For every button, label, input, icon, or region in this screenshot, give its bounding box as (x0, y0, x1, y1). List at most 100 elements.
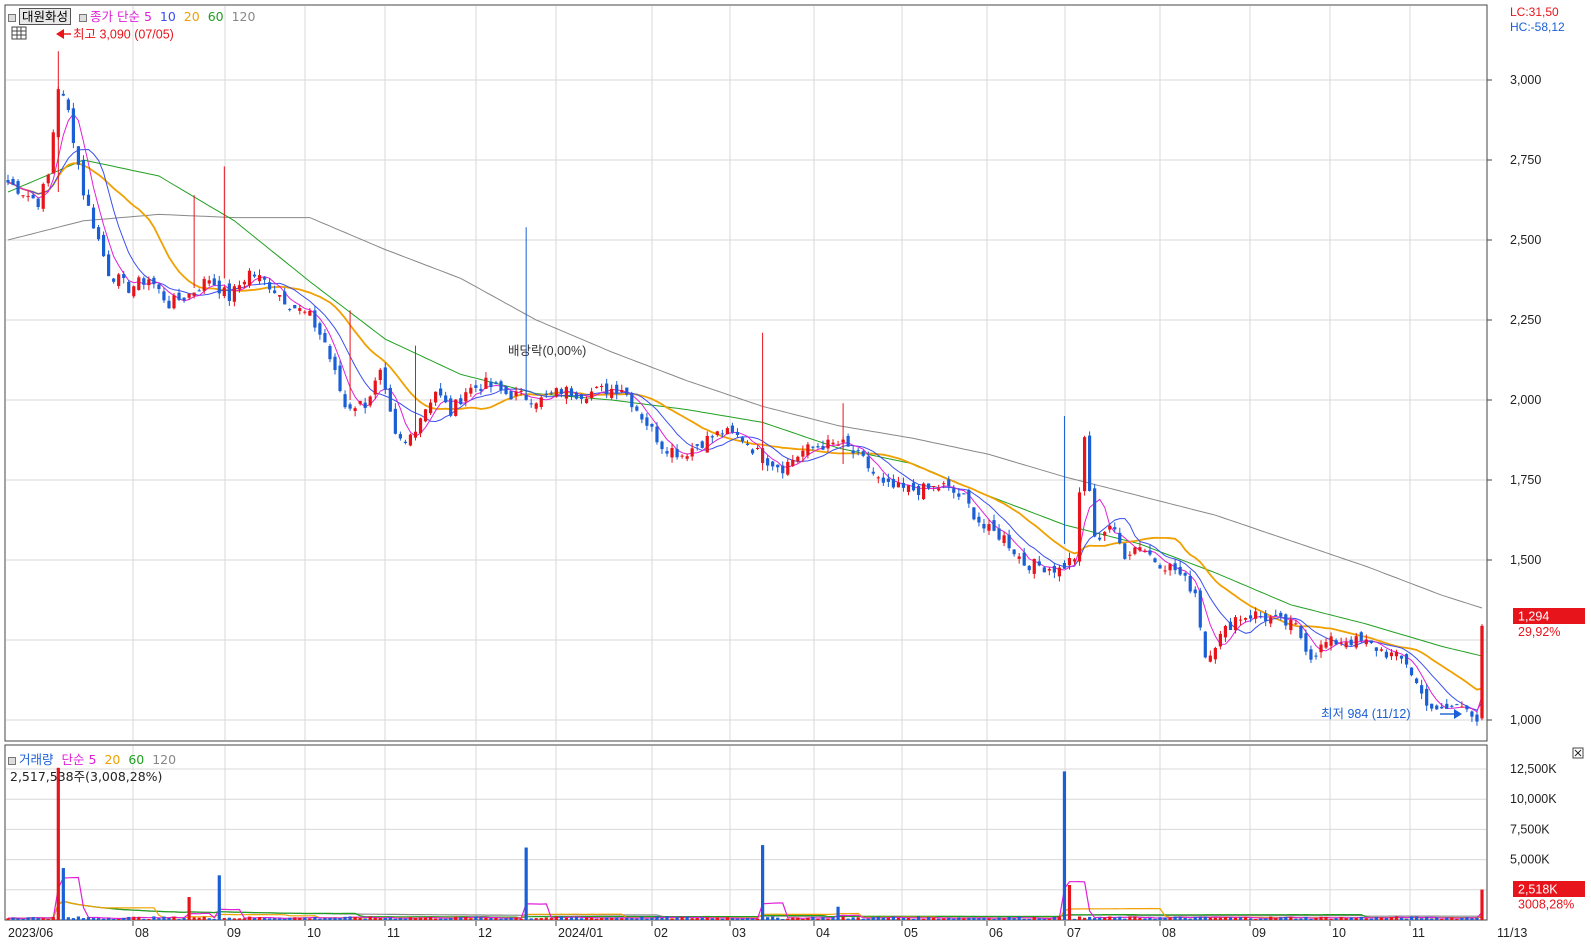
candle-body (574, 392, 579, 399)
volume-bar (514, 917, 518, 920)
volume-bar (1098, 917, 1102, 920)
candle-body (117, 274, 121, 287)
candle-body (650, 423, 654, 427)
volume-tick-label: 12,500K (1510, 762, 1557, 776)
legend-toggle-icon[interactable] (8, 13, 16, 22)
volume-bar (1480, 889, 1484, 920)
table-icon[interactable] (11, 26, 27, 40)
volume-bar (735, 918, 740, 920)
candle-body (313, 310, 317, 328)
volume-bar (192, 917, 196, 920)
candle-body (1203, 631, 1207, 658)
candle-body (806, 444, 810, 456)
low-marker-label: 최저 984 (11/12) (1321, 707, 1410, 721)
volume-bar (997, 917, 1001, 920)
volume-bar (308, 918, 312, 920)
volume-bar (227, 917, 231, 920)
volume-bar (262, 917, 267, 920)
candle-body (182, 297, 186, 301)
candle-body (1389, 652, 1394, 657)
volume-bar (177, 919, 181, 921)
volume-bar (393, 918, 397, 920)
volume-bar (786, 918, 790, 920)
volume-bar (423, 917, 428, 920)
volume-bar (1425, 916, 1429, 920)
volume-bar (313, 916, 317, 920)
candle-body (353, 408, 357, 412)
volume-bar (1047, 918, 1051, 920)
volume-bar (806, 917, 810, 920)
volume-bar (645, 918, 649, 920)
candle-body (31, 194, 35, 199)
candle-body (1319, 644, 1323, 653)
date-tick-label: 06 (989, 926, 1003, 940)
candle-body (685, 456, 689, 459)
candle-body (1052, 565, 1056, 573)
low-marker: 최저 984 (11/12) (1321, 707, 1462, 721)
date-tick-label: 08 (135, 926, 149, 940)
volume-bar (620, 918, 624, 920)
volume-bar (107, 917, 111, 920)
candle-body (1309, 649, 1313, 660)
date-tick-label: 2023/06 (8, 926, 53, 940)
date-tick-label: 08 (1162, 926, 1176, 940)
close-icon[interactable] (1572, 747, 1584, 759)
volume-bar (1284, 916, 1288, 920)
candle-body (469, 387, 473, 394)
candle-body (1148, 550, 1152, 555)
candle-body (237, 285, 242, 290)
volume-bar (41, 918, 45, 920)
volume-bar (1138, 917, 1142, 920)
candle-body (1470, 711, 1474, 717)
ma-toggle-icon[interactable] (79, 13, 87, 22)
candle-body (1153, 558, 1157, 563)
candle-body (655, 426, 659, 443)
candle-body (514, 391, 518, 396)
volume-bar (1470, 918, 1474, 920)
stock-name[interactable]: 대원화성 (19, 8, 72, 25)
volume-bar (861, 918, 865, 920)
date-tick-label: 11 (1412, 926, 1425, 940)
volume-bar (167, 918, 171, 920)
volume-bar (142, 918, 146, 920)
volume-bar (1445, 917, 1449, 920)
candle-body (896, 482, 901, 488)
ma-period-60: 60 (207, 9, 224, 24)
candle-body (635, 406, 639, 411)
candle-body (1440, 706, 1444, 709)
volume-bar (1324, 916, 1328, 920)
volume-bar (303, 917, 307, 920)
candle-body (197, 290, 201, 292)
candle-body (142, 278, 146, 285)
candle-body (368, 396, 372, 406)
candle-body (1088, 435, 1092, 491)
candle-body (740, 437, 745, 442)
candle-body (816, 446, 820, 448)
candle-body (1399, 655, 1404, 659)
volume-bar (660, 917, 664, 920)
price-tick-label: 2,000 (1510, 393, 1541, 407)
ma120-line (7, 213, 1483, 609)
volume-bar (700, 917, 704, 920)
candle-body (187, 293, 191, 298)
volume-bar (1158, 917, 1162, 920)
volume-bar (524, 847, 528, 920)
candle-body (771, 461, 775, 467)
volume-bar (605, 917, 609, 920)
candle-body (801, 450, 805, 457)
volume-bar (1233, 917, 1238, 920)
candle-body (720, 433, 724, 435)
volume-bar (137, 916, 141, 920)
candle-body (1183, 573, 1187, 576)
volume-toggle-icon[interactable] (8, 756, 16, 765)
stock-chart[interactable]: 3,000 2,750 2,500 2,250 2,000 1,750 1,500 1,000… (0, 0, 1591, 945)
volume-bar (484, 917, 488, 920)
date-tick-label: 10 (307, 926, 321, 940)
volume-bar (388, 917, 392, 920)
candle-body (1022, 552, 1026, 566)
candle-body (1409, 667, 1414, 676)
price-panel-border (4, 4, 1488, 742)
volume-bar (152, 916, 156, 920)
volume-bar (494, 917, 498, 920)
volume-bars (6, 767, 1484, 921)
